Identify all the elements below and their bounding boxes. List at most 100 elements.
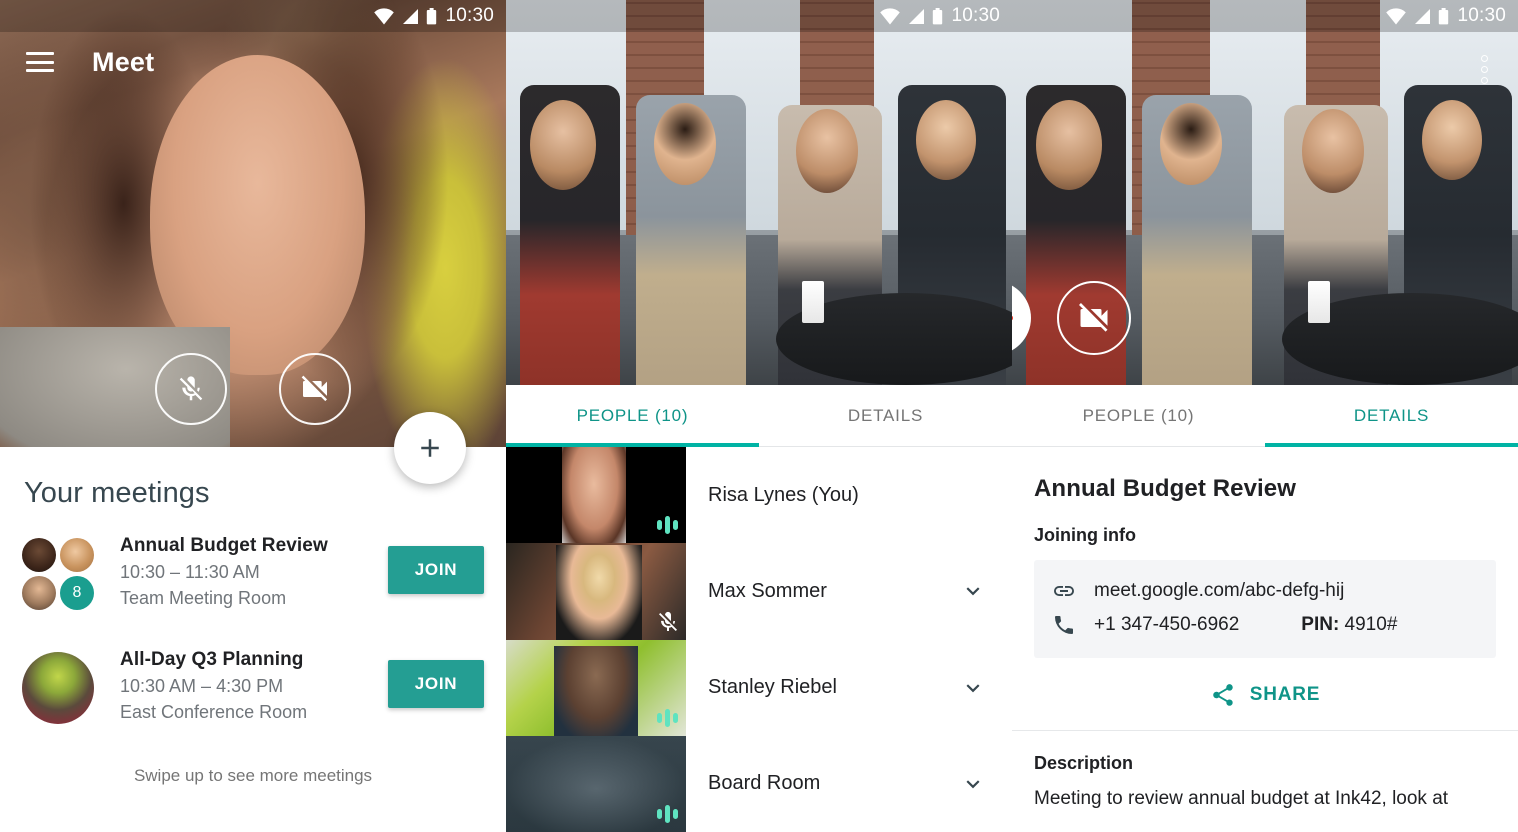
participant-thumbnail[interactable]	[506, 447, 686, 544]
participant-avatars: 8	[22, 538, 94, 610]
participant-avatars	[22, 652, 94, 724]
hamburger-menu-icon[interactable]	[26, 52, 54, 72]
wifi-icon	[374, 7, 395, 25]
status-bar-time: 10:30	[445, 5, 494, 26]
status-bar: 10:30	[506, 0, 1012, 32]
app-title: Meet	[92, 46, 155, 77]
share-button[interactable]: SHARE	[1034, 682, 1496, 708]
pin-label: PIN:	[1301, 614, 1340, 635]
panel-people: 10:30 PEOPLE (10) DETAILS Risa Lynes (Yo…	[506, 0, 1012, 832]
meeting-url: meet.google.com/abc-defg-hij	[1094, 580, 1345, 601]
audio-level-icon	[657, 515, 678, 535]
mic-off-icon	[179, 376, 203, 401]
call-controls	[1012, 281, 1131, 355]
meeting-title: All-Day Q3 Planning	[120, 649, 304, 670]
swipe-hint: Swipe up to see more meetings	[133, 766, 373, 785]
cell-signal-icon	[909, 8, 925, 24]
participant-thumbnail[interactable]	[506, 735, 686, 832]
battery-icon	[427, 7, 437, 24]
meeting-title: Annual Budget Review	[1034, 475, 1297, 502]
status-bar: 10:30	[1012, 0, 1518, 32]
participant-name: Risa Lynes (You)	[708, 483, 859, 506]
battery-icon	[933, 7, 943, 24]
meeting-room: East Conference Room	[120, 702, 308, 722]
participant-row[interactable]: Board Room	[686, 736, 1012, 832]
plus-icon	[421, 439, 439, 457]
more-vert-icon[interactable]	[1481, 55, 1488, 84]
participant-name: Max Sommer	[708, 579, 827, 602]
joining-info-box: meet.google.com/abc-defg-hij +1 347-450-…	[1034, 560, 1496, 658]
join-button[interactable]: JOIN	[388, 546, 484, 594]
chevron-down-icon[interactable]	[960, 771, 986, 797]
status-bar: 10:30	[0, 0, 506, 32]
participant-thumbnail[interactable]	[506, 543, 686, 640]
joining-info-heading: Joining info	[1034, 525, 1136, 545]
participant-thumbnail[interactable]	[506, 639, 686, 736]
meeting-video-feed	[506, 0, 1012, 385]
cell-signal-icon	[1415, 8, 1431, 24]
tab-people[interactable]: PEOPLE (10)	[1012, 385, 1265, 446]
link-icon	[1054, 586, 1074, 596]
meeting-room: Team Meeting Room	[120, 588, 287, 608]
participant-row[interactable]: Max Sommer	[686, 543, 1012, 639]
status-bar-icons	[880, 7, 943, 25]
tab-bar: PEOPLE (10) DETAILS	[506, 385, 1012, 447]
join-button[interactable]: JOIN	[388, 660, 484, 708]
avatar	[60, 538, 94, 572]
participant-row[interactable]: Risa Lynes (You)	[686, 447, 1012, 543]
status-bar-time: 10:30	[1457, 5, 1506, 26]
chevron-down-icon[interactable]	[960, 578, 986, 604]
end-call-button[interactable]	[1012, 281, 1031, 355]
camera-button[interactable]	[1057, 281, 1131, 355]
participant-thumbnails	[506, 447, 686, 832]
cell-signal-icon	[403, 8, 419, 24]
participant-name: Board Room	[708, 772, 821, 795]
wifi-icon	[880, 7, 901, 25]
meeting-info: Annual Budget Review 10:30 – 11:30 AM Te…	[120, 534, 388, 609]
participant-names: Risa Lynes (You) Max Sommer Stanley Rieb…	[686, 447, 1012, 832]
audio-level-icon	[657, 804, 678, 824]
meeting-list-item[interactable]: 8 Annual Budget Review 10:30 – 11:30 AM …	[0, 510, 506, 610]
section-divider	[1012, 730, 1518, 731]
tab-details[interactable]: DETAILS	[759, 385, 1012, 446]
meetings-section: Your meetings 8 Annual Budget Review 10:…	[0, 447, 506, 832]
phone-icon	[1055, 616, 1073, 634]
battery-icon	[1439, 7, 1449, 24]
pin-value: 4910#	[1344, 614, 1398, 635]
camera-off-icon	[301, 375, 327, 402]
new-meeting-fab[interactable]	[394, 412, 466, 484]
status-bar-icons	[374, 7, 437, 25]
description-body: Meeting to review annual budget at Ink42…	[1034, 788, 1449, 809]
participant-name: Stanley Riebel	[708, 676, 837, 699]
meeting-link-row[interactable]: meet.google.com/abc-defg-hij	[1052, 574, 1478, 608]
camera-off-icon	[1079, 303, 1108, 332]
chevron-down-icon[interactable]	[960, 675, 986, 701]
meeting-title: Annual Budget Review	[120, 535, 328, 556]
participant-row[interactable]: Stanley Riebel	[686, 640, 1012, 736]
share-icon	[1212, 684, 1233, 706]
audio-level-icon	[657, 708, 678, 728]
end-call-icon	[1012, 308, 1013, 324]
avatar	[22, 652, 94, 724]
avatar	[22, 576, 56, 610]
tab-details[interactable]: DETAILS	[1265, 385, 1518, 447]
panel-home: 10:30 Meet Your meetings 8 Annual Budget…	[0, 0, 506, 832]
meeting-phone-row[interactable]: +1 347-450-6962 PIN: 4910#	[1052, 608, 1478, 642]
camera-toggle-button[interactable]	[279, 353, 351, 425]
meeting-time: 10:30 AM – 4:30 PM	[120, 676, 284, 696]
tab-people[interactable]: PEOPLE (10)	[506, 385, 759, 447]
app-bar: Meet	[0, 32, 506, 92]
meeting-time: 10:30 – 11:30 AM	[120, 562, 260, 582]
avatar	[22, 538, 56, 572]
pin-group: PIN: 4910#	[1301, 614, 1397, 636]
meeting-list-item[interactable]: All-Day Q3 Planning 10:30 AM – 4:30 PM E…	[0, 610, 506, 724]
meeting-details: Annual Budget Review Joining info meet.g…	[1012, 447, 1518, 832]
description-heading: Description	[1034, 753, 1134, 773]
wifi-icon	[1386, 7, 1407, 25]
avatar-overflow-badge: 8	[60, 576, 94, 610]
phone-number: +1 347-450-6962	[1094, 614, 1240, 635]
mic-toggle-button[interactable]	[155, 353, 227, 425]
preview-controls	[155, 353, 351, 425]
screenshot-root: 10:30 Meet Your meetings 8 Annual Budget…	[0, 0, 1518, 832]
panel-details: 10:30 PEOPLE (10) DETAILS Annual Budget …	[1012, 0, 1518, 832]
